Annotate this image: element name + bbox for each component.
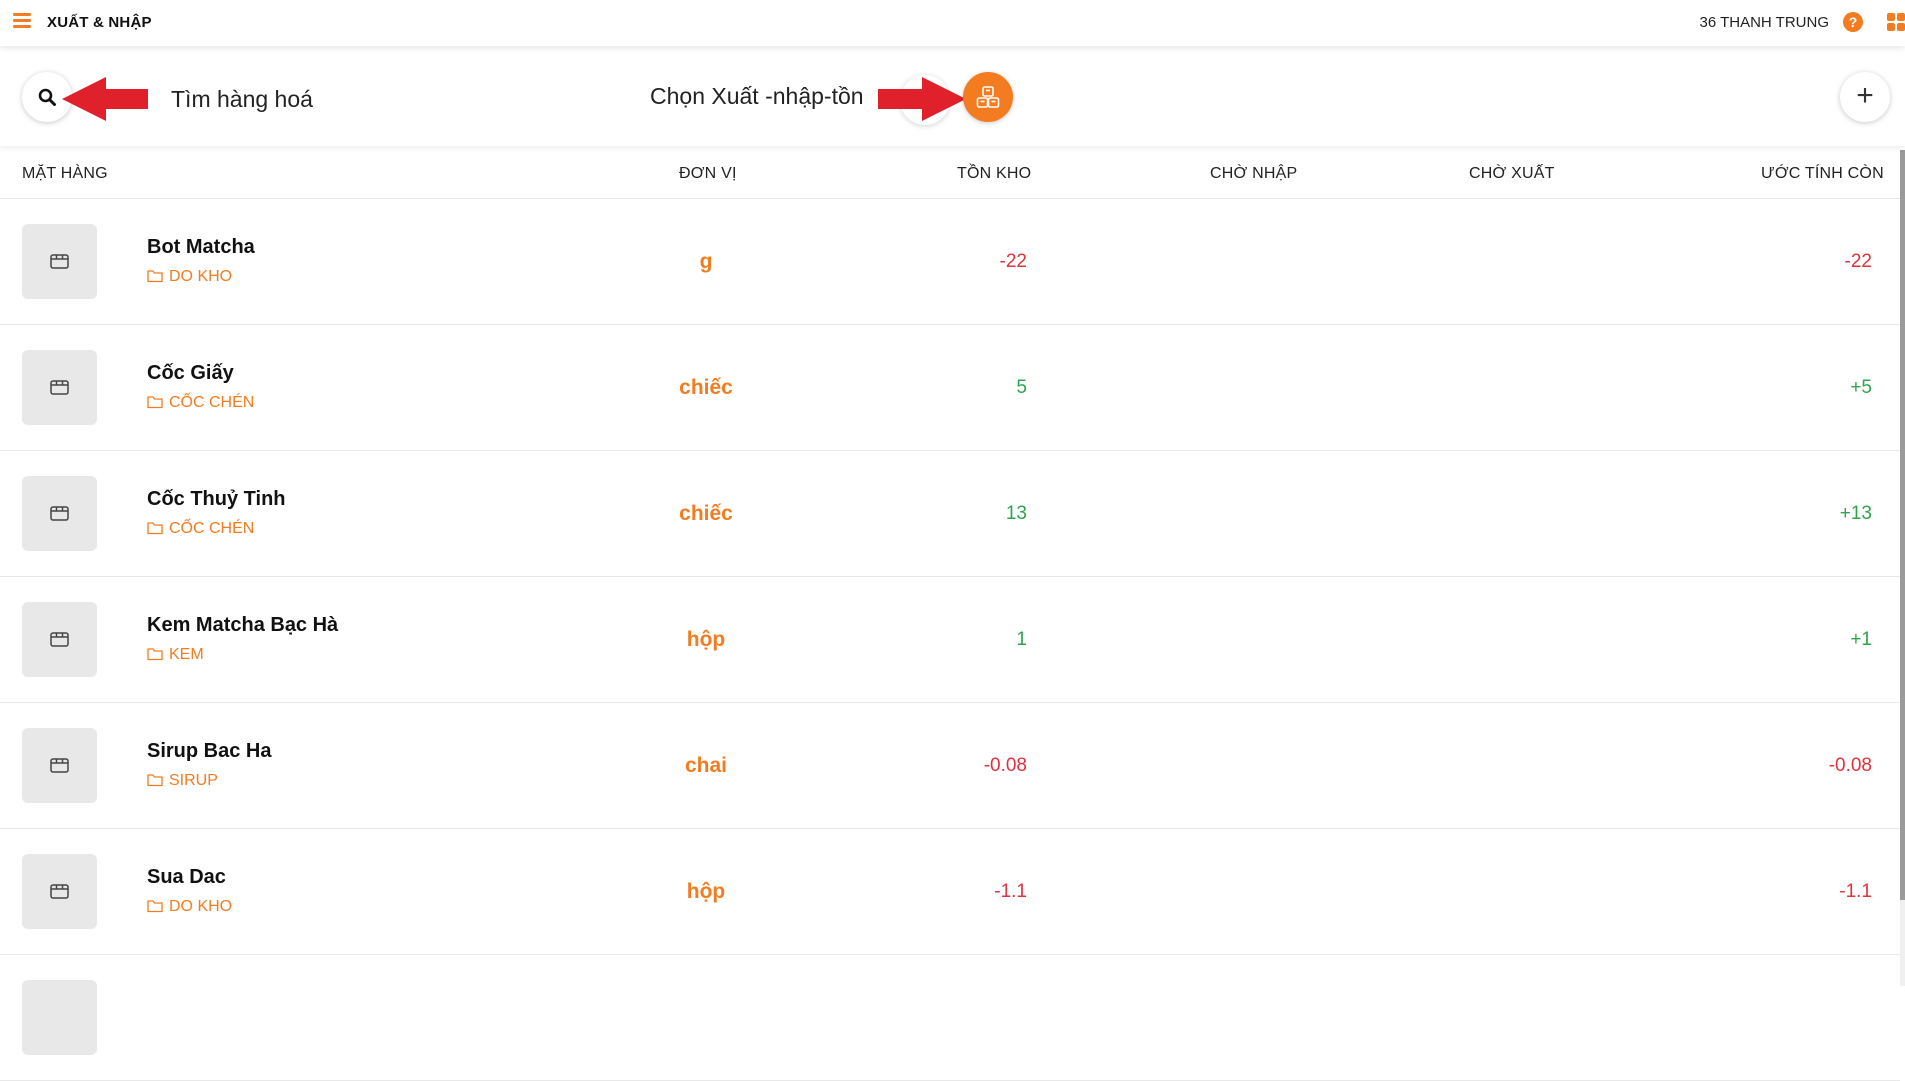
product-thumbnail — [22, 980, 97, 1055]
help-circle-icon[interactable]: ? — [1843, 12, 1863, 32]
category-label: CỐC CHÉN — [169, 520, 255, 537]
stock-cell: -22 — [999, 251, 1027, 272]
estimate-cell: +1 — [1850, 629, 1872, 650]
import-export-button[interactable] — [963, 72, 1013, 122]
item-list: Bot Matcha DO KHO g -22 -22 Cốc Giấy CỐC CHÉN c… — [0, 199, 1900, 1081]
unit-value: g — [699, 250, 713, 273]
scrollbar[interactable] — [1900, 150, 1905, 986]
category-label: CỐC CHÉN — [169, 394, 255, 411]
estimate-cell: -1.1 — [1839, 881, 1872, 902]
search-label[interactable]: Tìm hàng hoá — [171, 86, 313, 113]
page-title: XUẤT & NHẬP — [47, 14, 152, 31]
table-header: MẶT HÀNG ĐƠN VỊ TỒN KHO CHỜ NHẬP CHỜ XUẤ… — [0, 150, 1900, 199]
estimate-cell: -0.08 — [1828, 755, 1872, 776]
folder-icon — [147, 270, 163, 283]
product-name: Sua Dac — [147, 866, 226, 888]
annotation-arrow-right — [878, 77, 966, 121]
column-header-estimate[interactable]: ƯỚC TÍNH CÒN — [1761, 165, 1884, 183]
boxes-icon — [976, 86, 1000, 108]
hamburger-menu-icon[interactable] — [13, 13, 31, 29]
folder-icon — [147, 522, 163, 535]
table-row[interactable]: Sua Dac DO KHO hộp -1.1 -1.1 — [0, 829, 1900, 955]
category-label: SIRUP — [169, 772, 218, 789]
stock-cell: 5 — [1016, 377, 1027, 398]
box-icon — [50, 758, 69, 773]
product-category: DO KHO — [147, 268, 232, 286]
unit-value: chai — [684, 754, 728, 777]
folder-icon — [147, 396, 163, 409]
table-row[interactable]: Cốc Giấy CỐC CHÉN chiếc 5 +5 — [0, 325, 1900, 451]
product-name: Cốc Thuỷ Tinh — [147, 488, 286, 510]
store-name[interactable]: 36 THANH TRUNG — [1700, 14, 1829, 31]
top-bar: XUẤT & NHẬP 36 THANH TRUNG ? — [0, 0, 1905, 46]
column-header-pending-out[interactable]: CHỜ XUẤT — [1469, 165, 1555, 183]
estimate-cell: -22 — [1844, 251, 1872, 272]
box-icon — [50, 506, 69, 521]
annotation-arrow-left — [62, 77, 148, 121]
category-label: KEM — [169, 646, 204, 663]
estimate-cell: +13 — [1839, 503, 1872, 524]
stock-cell: -0.08 — [983, 755, 1027, 776]
box-icon — [50, 380, 69, 395]
stock-cell: 13 — [1005, 503, 1027, 524]
product-thumbnail — [22, 350, 97, 425]
unit-value: chiếc — [679, 502, 733, 525]
product-category: CỐC CHÉN — [147, 520, 254, 538]
import-export-label: Chọn Xuất -nhập-tồn — [650, 83, 864, 109]
product-thumbnail — [22, 728, 97, 803]
product-name: Cốc Giấy — [147, 362, 234, 384]
column-header-item[interactable]: MẶT HÀNG — [22, 165, 108, 183]
product-thumbnail — [22, 854, 97, 929]
folder-icon — [147, 900, 163, 913]
product-name: Sirup Bac Ha — [147, 740, 272, 762]
product-thumbnail — [22, 476, 97, 551]
estimate-cell: +5 — [1850, 377, 1872, 398]
box-icon — [50, 254, 69, 269]
product-thumbnail — [22, 224, 97, 299]
product-thumbnail — [22, 602, 97, 677]
add-button[interactable]: + — [1840, 72, 1890, 122]
table-row[interactable]: Cốc Thuỷ Tinh CỐC CHÉN chiếc 13 +13 — [0, 451, 1900, 577]
table-row-partial[interactable] — [0, 955, 1900, 1081]
category-label: DO KHO — [169, 898, 233, 915]
toolbar: Tìm hàng hoá Chọn Xuất -nhập-tồn + — [0, 48, 1905, 146]
product-name: Bot Matcha — [147, 236, 255, 258]
folder-icon — [147, 774, 163, 787]
product-category: SIRUP — [147, 772, 218, 790]
unit-value: hộp — [686, 628, 726, 651]
product-category: DO KHO — [147, 898, 232, 916]
stock-cell: 1 — [1016, 629, 1027, 650]
product-category: CỐC CHÉN — [147, 394, 254, 412]
stock-cell: -1.1 — [994, 881, 1027, 902]
column-header-stock[interactable]: TỒN KHO — [957, 165, 1031, 183]
box-icon — [50, 632, 69, 647]
unit-value: chiếc — [679, 376, 733, 399]
apps-grid-icon[interactable] — [1887, 13, 1905, 31]
category-label: DO KHO — [169, 268, 233, 285]
unit-value: hộp — [686, 880, 726, 903]
search-icon — [38, 88, 56, 106]
table-row[interactable]: Sirup Bac Ha SIRUP chai -0.08 -0.08 — [0, 703, 1900, 829]
product-name: Kem Matcha Bạc Hà — [147, 614, 339, 636]
folder-icon — [147, 648, 163, 661]
table-row[interactable]: Bot Matcha DO KHO g -22 -22 — [0, 199, 1900, 325]
product-category: KEM — [147, 646, 204, 664]
column-header-unit[interactable]: ĐƠN VỊ — [679, 165, 737, 183]
column-header-pending-in[interactable]: CHỜ NHẬP — [1210, 165, 1297, 183]
box-icon — [50, 884, 69, 899]
table-row[interactable]: Kem Matcha Bạc Hà KEM hộp 1 +1 — [0, 577, 1900, 703]
